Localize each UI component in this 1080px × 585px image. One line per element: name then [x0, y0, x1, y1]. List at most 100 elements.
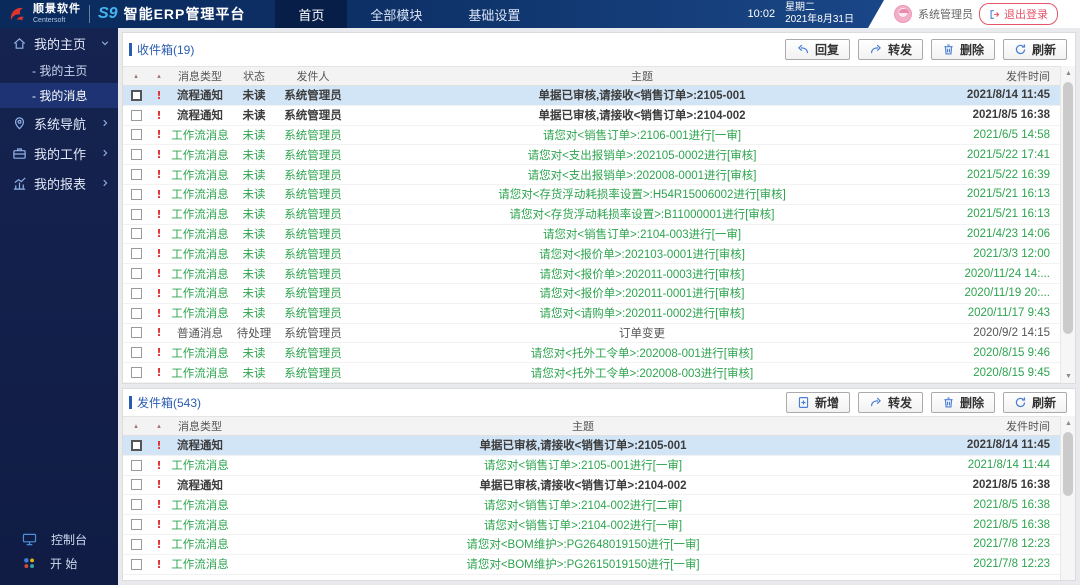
row-checkbox[interactable] [131, 90, 142, 101]
message-subject[interactable]: 单据已审核,请接收<销售订单>:2105-001 [349, 87, 935, 103]
table-row[interactable]: !工作流消息请您对<销售订单>:2105-001进行[一审]2021/8/14 … [123, 456, 1060, 476]
row-checkbox[interactable] [131, 479, 142, 490]
table-row[interactable]: !流程通知单据已审核,请接收<销售订单>:2105-0012021/8/14 1… [123, 436, 1060, 456]
table-row[interactable]: !工作流消息未读系统管理员请您对<存货浮动耗损率设置>:H54R15006002… [123, 185, 1060, 205]
row-checkbox[interactable] [131, 209, 142, 220]
table-row[interactable]: !工作流消息请您对<销售订单>:2104-002进行[二审]2021/8/5 1… [123, 495, 1060, 515]
button-label: 删除 [960, 394, 984, 411]
row-checkbox[interactable] [131, 308, 142, 319]
row-checkbox[interactable] [131, 169, 142, 180]
forward-button[interactable]: 转发 [858, 392, 923, 413]
scroll-thumb[interactable] [1063, 432, 1073, 496]
table-row[interactable]: !工作流消息未读系统管理员请您对<托外工令单>:202008-001进行[审核]… [123, 343, 1060, 363]
outbox-scrollbar[interactable]: ▲ [1060, 416, 1075, 580]
nav-tab-home[interactable]: 首页 [275, 0, 347, 28]
user-avatar[interactable] [894, 5, 912, 23]
message-subject[interactable]: 请您对<销售订单>:2104-002进行[一审] [231, 517, 935, 533]
message-subject[interactable]: 请您对<托外工令单>:202008-003进行[审核] [349, 365, 935, 381]
message-subject[interactable]: 请您对<支出报销单>:202105-0002进行[审核] [349, 147, 935, 163]
message-subject[interactable]: 请您对<请购单>:202011-0002进行[审核] [349, 305, 935, 321]
message-subject[interactable]: 请您对<销售订单>:2106-001进行[一审] [349, 127, 935, 143]
row-checkbox[interactable] [131, 440, 142, 451]
inbox-scrollbar[interactable]: ▲ ▼ [1060, 66, 1075, 383]
table-row[interactable]: !工作流消息未读系统管理员请您对<报价单>:202103-0001进行[审核]2… [123, 244, 1060, 264]
table-row[interactable]: !工作流消息未读系统管理员请您对<报价单>:202011-0001进行[审核]2… [123, 284, 1060, 304]
refresh-button[interactable]: 刷新 [1003, 39, 1067, 60]
table-row[interactable]: !工作流消息未读系统管理员请您对<支出报销单>:202008-0001进行[审核… [123, 165, 1060, 185]
table-row[interactable]: !工作流消息未读系统管理员请您对<支出报销单>:202105-0002进行[审核… [123, 145, 1060, 165]
row-checkbox[interactable] [131, 189, 142, 200]
row-checkbox[interactable] [131, 367, 142, 378]
refresh-button[interactable]: 刷新 [1003, 392, 1067, 413]
table-row[interactable]: !流程通知未读系统管理员单据已审核,请接收<销售订单>:2104-0022021… [123, 106, 1060, 126]
table-row[interactable]: !工作流消息未读系统管理员请您对<销售订单>:2106-001进行[一审]202… [123, 126, 1060, 146]
table-row[interactable]: !工作流消息请您对<BOM维护>:PG2615019150进行[一审]2021/… [123, 555, 1060, 575]
sidebar-item-0[interactable]: 我的主页 [0, 28, 118, 58]
row-checkbox[interactable] [131, 228, 142, 239]
message-time: 2021/8/14 11:45 [935, 439, 1060, 451]
message-subject[interactable]: 请您对<支出报销单>:202008-0001进行[审核] [349, 167, 935, 183]
row-checkbox[interactable] [131, 149, 142, 160]
row-checkbox[interactable] [131, 268, 142, 279]
logout-button[interactable]: 退出登录 [979, 3, 1058, 25]
table-row[interactable]: !工作流消息请您对<销售订单>:2104-002进行[一审]2021/8/5 1… [123, 515, 1060, 535]
scroll-down-icon[interactable]: ▼ [1061, 369, 1076, 383]
scroll-up-icon[interactable]: ▲ [1061, 416, 1076, 430]
message-subject[interactable]: 单据已审核,请接收<销售订单>:2105-001 [231, 437, 935, 453]
forward-button[interactable]: 转发 [858, 39, 923, 60]
message-subject[interactable]: 请您对<报价单>:202011-0003进行[审核] [349, 266, 935, 282]
row-checkbox[interactable] [131, 539, 142, 550]
nav-tab-modules[interactable]: 全部模块 [347, 0, 445, 28]
row-checkbox[interactable] [131, 110, 142, 121]
table-row[interactable]: !流程通知未读系统管理员单据已审核,请接收<销售订单>:2105-0012021… [123, 86, 1060, 106]
row-checkbox[interactable] [131, 288, 142, 299]
nav-tab-settings[interactable]: 基础设置 [445, 0, 543, 28]
row-checkbox[interactable] [131, 129, 142, 140]
reply-button[interactable]: 回复 [785, 39, 850, 60]
trash-button[interactable]: 删除 [931, 39, 995, 60]
sidebar-subitem-0-1[interactable]: - 我的消息 [0, 83, 118, 108]
table-row[interactable]: !流程通知单据已审核,请接收<销售订单>:2104-0022021/8/5 16… [123, 476, 1060, 496]
scroll-up-icon[interactable]: ▲ [1061, 66, 1076, 80]
chevron-right-icon [100, 148, 110, 158]
row-checkbox[interactable] [131, 347, 142, 358]
row-checkbox[interactable] [131, 460, 142, 471]
table-row[interactable]: !工作流消息未读系统管理员请您对<报价单>:202011-0003进行[审核]2… [123, 264, 1060, 284]
scroll-thumb[interactable] [1063, 82, 1073, 334]
row-checkbox[interactable] [131, 559, 142, 570]
message-subject[interactable]: 请您对<报价单>:202103-0001进行[审核] [349, 246, 935, 262]
table-row[interactable]: !普通消息待处理系统管理员订单变更2020/9/2 14:15 [123, 324, 1060, 344]
message-subject[interactable]: 请您对<BOM维护>:PG2648019150进行[一审] [231, 536, 935, 552]
trash-button[interactable]: 删除 [931, 392, 995, 413]
message-subject[interactable]: 订单变更 [349, 325, 935, 341]
row-checkbox[interactable] [131, 248, 142, 259]
table-row[interactable]: !工作流消息未读系统管理员请您对<请购单>:202011-0002进行[审核]2… [123, 304, 1060, 324]
sidebar-subitem-0-0[interactable]: - 我的主页 [0, 58, 118, 83]
row-checkbox[interactable] [131, 327, 142, 338]
row-checkbox[interactable] [131, 499, 142, 510]
message-subject[interactable]: 单据已审核,请接收<销售订单>:2104-002 [349, 107, 935, 123]
row-checkbox[interactable] [131, 519, 142, 530]
message-subject[interactable]: 请您对<销售订单>:2104-003进行[一审] [349, 226, 935, 242]
message-subject[interactable]: 请您对<存货浮动耗损率设置>:B11000001进行[审核] [349, 206, 935, 222]
start-button[interactable]: 开 始 [0, 551, 118, 575]
table-row[interactable]: !工作流消息未读系统管理员请您对<托外工令单>:202008-003进行[审核]… [123, 363, 1060, 383]
outbox-title: 发件箱(543) [129, 394, 201, 411]
message-subject[interactable]: 请您对<销售订单>:2105-001进行[一审] [231, 457, 935, 473]
console-button[interactable]: 控制台 [0, 527, 118, 551]
message-subject[interactable]: 请您对<存货浮动耗损率设置>:H54R15006002进行[审核] [349, 186, 935, 202]
sidebar-item-3[interactable]: 我的报表 [0, 168, 118, 198]
sidebar-item-2[interactable]: 我的工作 [0, 138, 118, 168]
username-label: 系统管理员 [918, 6, 973, 22]
message-subject[interactable]: 单据已审核,请接收<销售订单>:2104-002 [231, 477, 935, 493]
message-subject[interactable]: 请您对<BOM维护>:PG2615019150进行[一审] [231, 556, 935, 572]
table-row[interactable]: !工作流消息未读系统管理员请您对<销售订单>:2104-003进行[一审]202… [123, 225, 1060, 245]
table-row[interactable]: !工作流消息未读系统管理员请您对<存货浮动耗损率设置>:B11000001进行[… [123, 205, 1060, 225]
message-subject[interactable]: 请您对<销售订单>:2104-002进行[二审] [231, 497, 935, 513]
new-button[interactable]: 新增 [786, 392, 850, 413]
checkbox-cell [123, 327, 149, 338]
table-row[interactable]: !工作流消息请您对<BOM维护>:PG2648019150进行[一审]2021/… [123, 535, 1060, 555]
sidebar-item-1[interactable]: 系统导航 [0, 108, 118, 138]
message-subject[interactable]: 请您对<托外工令单>:202008-001进行[审核] [349, 345, 935, 361]
message-subject[interactable]: 请您对<报价单>:202011-0001进行[审核] [349, 285, 935, 301]
